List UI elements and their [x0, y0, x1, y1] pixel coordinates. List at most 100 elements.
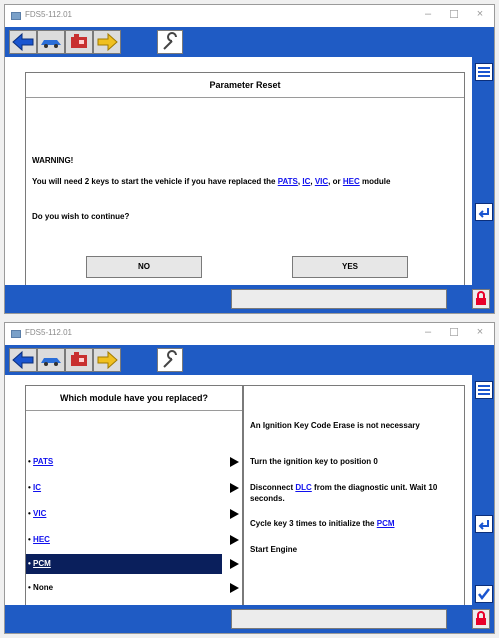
app-icon [11, 12, 21, 20]
forward-button[interactable] [93, 348, 121, 372]
wrench-icon [163, 350, 177, 368]
right-sidebar [472, 375, 494, 605]
chevron-right-icon [230, 483, 239, 493]
tools-tab[interactable] [157, 30, 183, 54]
lock-icon [476, 291, 486, 305]
list-item-pcm[interactable]: • PCM [26, 554, 222, 574]
list-item-ic[interactable]: • IC [26, 478, 242, 498]
warning-heading: WARNING! [32, 156, 74, 165]
confirm-button[interactable] [475, 585, 493, 603]
vehicle-button[interactable] [37, 348, 65, 372]
vehicle-button[interactable] [37, 30, 65, 54]
module-label: IC [33, 483, 42, 492]
toolbox-button[interactable] [65, 348, 93, 372]
forward-arrow-icon [97, 32, 118, 52]
dialog-panel: Parameter Reset WARNING! You will need 2… [25, 72, 465, 286]
info-line-5: Start Engine [250, 545, 298, 554]
title-bar: FDS5-112.01 – ☐ × [5, 5, 494, 27]
menu-list-button[interactable] [475, 63, 493, 81]
title-bar: FDS5-112.01 – ☐ × [5, 323, 494, 345]
link-hec[interactable]: HEC [343, 177, 360, 186]
module-label: VIC [33, 509, 47, 518]
maximize-button[interactable]: ☐ [446, 8, 462, 21]
tools-tab[interactable] [157, 348, 183, 372]
bullet: • [28, 583, 31, 592]
forward-arrow-icon [97, 350, 118, 370]
chevron-right-icon [230, 535, 239, 545]
close-button[interactable]: × [472, 8, 488, 20]
menu-list-button[interactable] [475, 381, 493, 399]
checkmark-icon [478, 588, 490, 601]
toolbar [5, 27, 494, 57]
toolbar [5, 345, 494, 375]
car-icon [41, 40, 61, 48]
engine-icon [71, 34, 87, 48]
lock-button[interactable] [472, 609, 490, 629]
return-button[interactable] [475, 515, 493, 533]
dialog-title: Parameter Reset [26, 73, 464, 98]
link-vic[interactable]: VIC [315, 177, 328, 186]
window-title: FDS5-112.01 [25, 328, 72, 337]
link-pats[interactable]: PATS [278, 177, 298, 186]
return-button[interactable] [475, 203, 493, 221]
engine-icon [71, 352, 87, 366]
chevron-right-icon [230, 583, 239, 593]
back-arrow-icon [12, 32, 34, 52]
status-bar [5, 605, 494, 633]
module-label: None [33, 583, 54, 592]
close-button[interactable]: × [472, 326, 488, 338]
car-icon [41, 358, 61, 366]
list-item-vic[interactable]: • VIC [26, 504, 242, 524]
bullet: • [28, 483, 31, 492]
status-bar [5, 285, 494, 313]
bullet: • [28, 559, 31, 568]
info-line-4: Cycle key 3 times to initialize the PCM [250, 518, 460, 529]
module-label: PATS [33, 457, 54, 466]
status-field [231, 289, 447, 309]
chevron-right-icon [230, 457, 239, 467]
back-button[interactable] [9, 30, 37, 54]
warning-message: You will need 2 keys to start the vehicl… [32, 176, 452, 187]
list-title: Which module have you replaced? [26, 386, 242, 411]
forward-button[interactable] [93, 30, 121, 54]
module-label: HEC [33, 535, 50, 544]
list-icon [478, 67, 490, 77]
window-title: FDS5-112.01 [25, 10, 72, 19]
toolbox-button[interactable] [65, 30, 93, 54]
info-line-1: An Ignition Key Code Erase is not necess… [250, 421, 420, 430]
maximize-button[interactable]: ☐ [446, 326, 462, 339]
cycle-text: Cycle key 3 times to initialize the [250, 519, 375, 528]
question-text: Do you wish to continue? [32, 212, 130, 221]
lock-icon [476, 611, 486, 625]
yes-button[interactable]: YES [292, 256, 408, 278]
back-button[interactable] [9, 348, 37, 372]
message-part2: module [361, 177, 391, 186]
no-button[interactable]: NO [86, 256, 202, 278]
link-dlc[interactable]: DLC [295, 483, 311, 492]
info-line-3: Disconnect DLC from the diagnostic unit.… [250, 482, 455, 504]
sep-1: , [297, 177, 301, 186]
list-item-none[interactable]: • None [26, 578, 242, 598]
bullet: • [28, 509, 31, 518]
back-arrow-icon [12, 350, 34, 370]
sep-2: , [310, 177, 313, 186]
module-label: PCM [33, 559, 51, 568]
message-part1: You will need 2 keys to start the vehicl… [32, 177, 276, 186]
list-item-hec[interactable]: • HEC [26, 530, 242, 550]
return-icon [478, 208, 489, 218]
bullet: • [28, 457, 31, 466]
chevron-right-icon [230, 509, 239, 519]
status-field [231, 609, 447, 629]
disconnect-text: Disconnect [250, 483, 294, 492]
module-select-window: FDS5-112.01 – ☐ × Which module have you … [4, 322, 495, 634]
lock-button[interactable] [472, 289, 490, 309]
link-pcm[interactable]: PCM [377, 519, 395, 528]
info-line-2: Turn the ignition key to position 0 [250, 457, 378, 466]
minimize-button[interactable]: – [420, 326, 436, 338]
list-item-pats[interactable]: • PATS [26, 452, 242, 472]
return-icon [478, 520, 489, 530]
bullet: • [28, 535, 31, 544]
list-icon [478, 385, 490, 395]
minimize-button[interactable]: – [420, 8, 436, 20]
sep-3: , or [328, 177, 341, 186]
